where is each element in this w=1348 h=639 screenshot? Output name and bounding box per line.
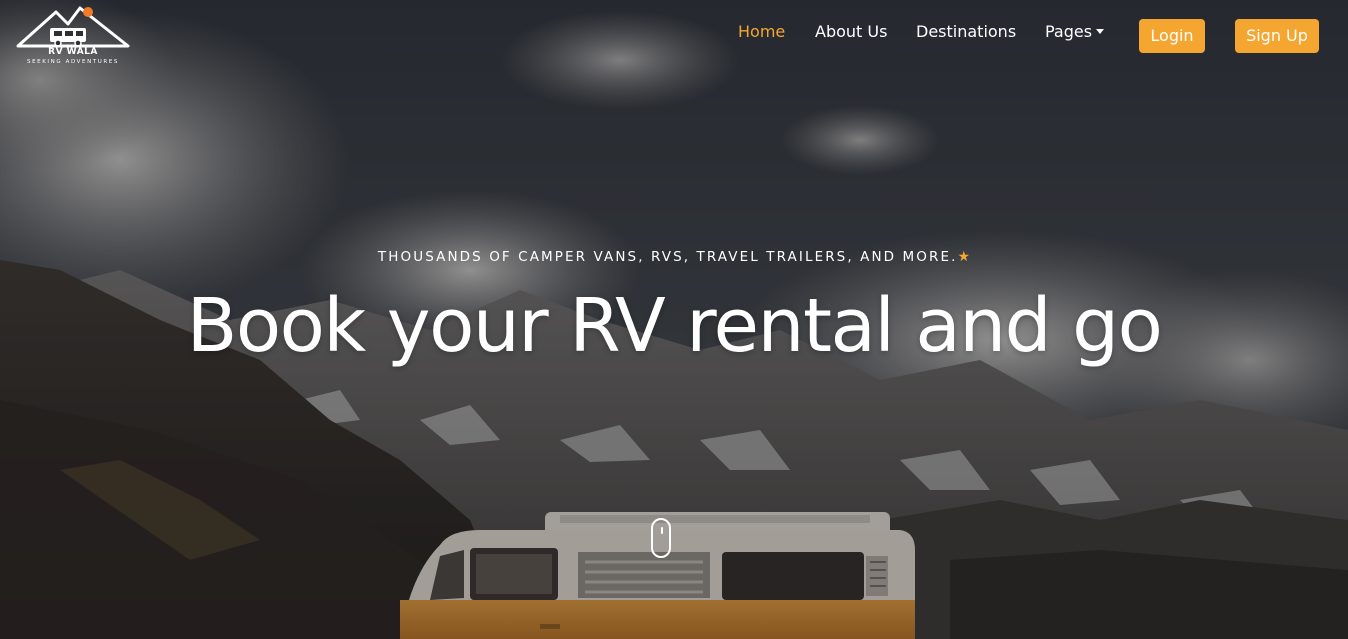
site-logo[interactable]: RV WALA SEEKING ADVENTURES	[16, 4, 130, 68]
nav-pages-dropdown[interactable]: Pages	[1045, 22, 1105, 41]
login-button[interactable]: Login	[1139, 19, 1205, 53]
nav-pages-label: Pages	[1045, 22, 1093, 41]
logo-title: RV WALA	[48, 47, 98, 57]
signup-button[interactable]: Sign Up	[1235, 19, 1319, 53]
mouse-scroll-icon[interactable]	[651, 518, 671, 558]
logo-mountain-icon	[16, 6, 130, 48]
caret-down-icon	[1096, 29, 1105, 34]
hero-tagline-text: THOUSANDS OF CAMPER VANS, RVS, TRAVEL TR…	[377, 249, 958, 265]
nav-home[interactable]: Home	[738, 22, 785, 41]
star-icon: ★	[957, 249, 971, 265]
hero-section: RV WALA SEEKING ADVENTURES Home About Us…	[0, 0, 1348, 639]
logo-subtitle: SEEKING ADVENTURES	[26, 59, 120, 65]
nav-about-us[interactable]: About Us	[815, 22, 887, 41]
hero-headline: Book your RV rental and go	[186, 283, 1163, 369]
nav-destinations[interactable]: Destinations	[916, 22, 1016, 41]
hero-tagline: THOUSANDS OF CAMPER VANS, RVS, TRAVEL TR…	[0, 249, 1348, 265]
mouse-wheel	[661, 527, 663, 534]
